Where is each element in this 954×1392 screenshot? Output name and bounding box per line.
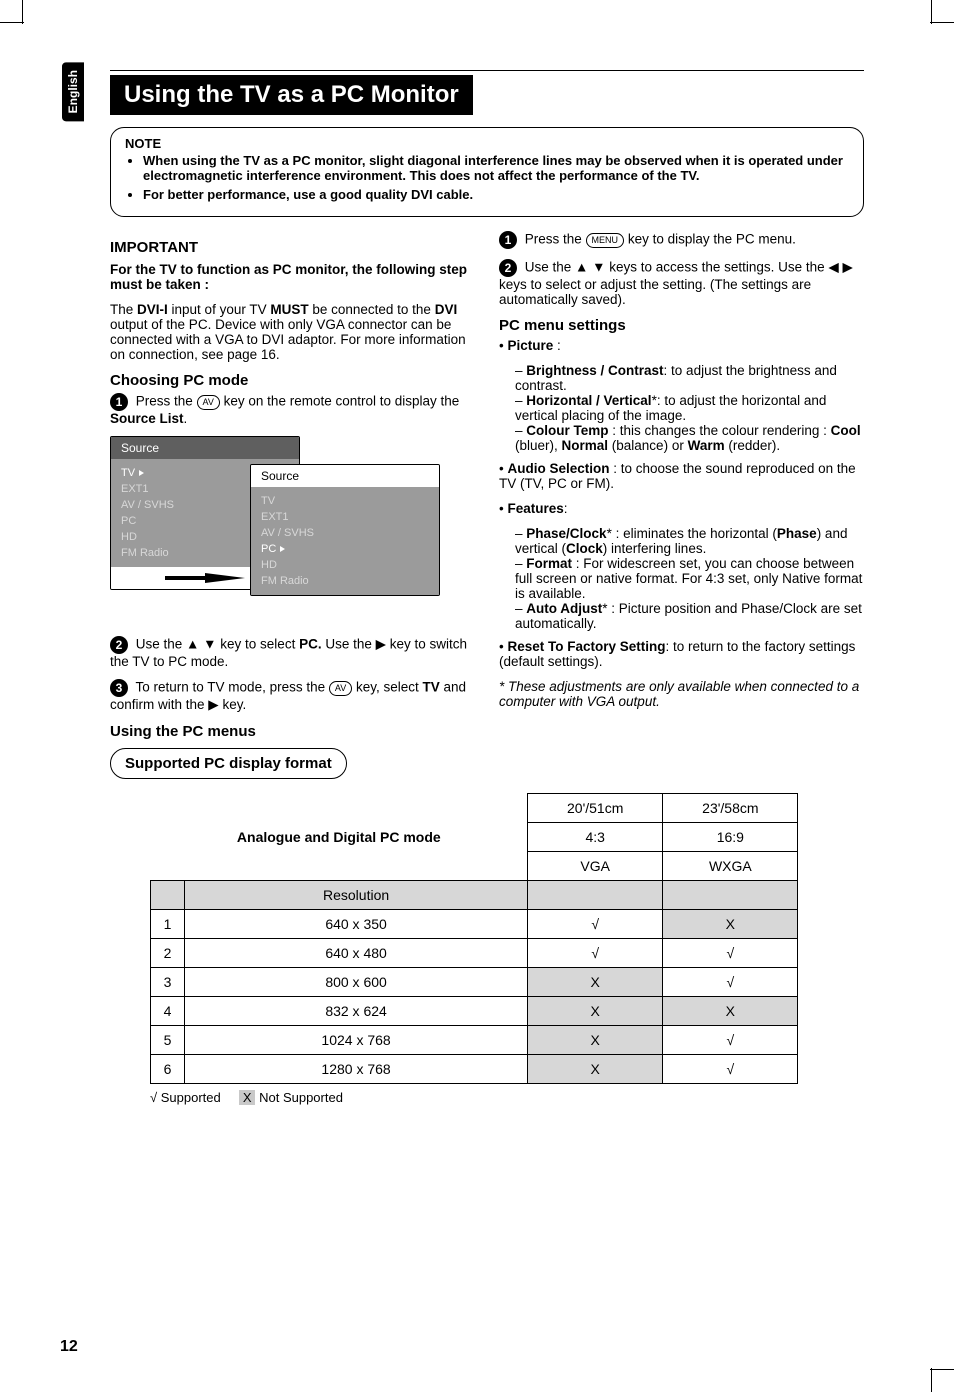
right-column: 1 Press the MENU key to display the PC m… <box>499 231 864 779</box>
table-row-res: 1280 x 768 <box>185 1055 528 1084</box>
dvi-paragraph: The DVI-I input of your TV MUST be conne… <box>110 302 475 362</box>
table-row-c1: X <box>528 968 663 997</box>
step-1: 1 Press the AV key on the remote control… <box>110 393 475 426</box>
table-row-c1: √ <box>528 939 663 968</box>
table-col-screen: 20'/51cm <box>528 794 663 823</box>
table-row-num: 1 <box>151 910 185 939</box>
pc-menu-settings-heading: PC menu settings <box>499 317 864 334</box>
right-arrow-icon: ▶ <box>208 697 218 712</box>
important-body: For the TV to function as PC monitor, th… <box>110 262 467 292</box>
up-down-icon: ▲ ▼ <box>186 637 216 652</box>
supported-format-heading: Supported PC display format <box>110 748 347 779</box>
table-row-c1: X <box>528 997 663 1026</box>
legend-notsupported-text: Not Supported <box>255 1090 342 1105</box>
step-3: 3 To return to TV mode, press the AV key… <box>110 679 475 713</box>
note-item-1: When using the TV as a PC monitor, sligh… <box>143 153 849 183</box>
right-arrow-icon: ▶ <box>376 637 386 652</box>
note-label: NOTE <box>125 136 161 151</box>
table-row-c2: √ <box>663 1055 798 1084</box>
av-key-icon: AV <box>197 395 220 410</box>
step-badge-2: 2 <box>110 636 128 654</box>
table-row-num: 4 <box>151 997 185 1026</box>
features-item: Phase/Clock* : eliminates the horizontal… <box>515 526 864 556</box>
picture-item: Colour Temp : this changes the colour re… <box>515 423 864 453</box>
features-bullet: • Features: <box>499 501 864 516</box>
note-box: NOTE When using the TV as a PC monitor, … <box>110 127 864 217</box>
table-row-num: 3 <box>151 968 185 997</box>
chevron-right-icon <box>280 546 285 552</box>
table-col-aspect: 16:9 <box>663 823 798 852</box>
step-badge-1: 1 <box>110 393 128 411</box>
source-front-row: PC <box>261 543 276 555</box>
source-box-front: Source TV EXT1 AV / SVHS PC HD FM Radio <box>250 464 440 596</box>
table-row-res: 1024 x 768 <box>185 1026 528 1055</box>
source-front-row: TV <box>261 493 429 509</box>
right-step-2: 2 Use the ▲ ▼ keys to access the setting… <box>499 259 864 307</box>
table-row-c1: X <box>528 1026 663 1055</box>
step-badge-1: 1 <box>499 231 517 249</box>
step-badge-3: 3 <box>110 679 128 697</box>
source-front-row: EXT1 <box>261 509 429 525</box>
legend-supported-text: Supported <box>157 1090 221 1105</box>
legend-notsupported-symbol: X <box>239 1090 256 1105</box>
language-tab: English <box>62 62 84 121</box>
footnote: * These adjustments are only available w… <box>499 679 864 709</box>
source-front-row: AV / SVHS <box>261 525 429 541</box>
choosing-pc-mode-heading: Choosing PC mode <box>110 372 475 389</box>
table-row-c2: √ <box>663 1026 798 1055</box>
legend: √ Supported X Not Supported <box>150 1090 864 1105</box>
table-resolution-label: Resolution <box>185 881 528 910</box>
left-column: IMPORTANT For the TV to function as PC m… <box>110 231 475 779</box>
step-badge-2: 2 <box>499 259 517 277</box>
source-list-graphic: Source TV EXT1 AV / SVHS PC HD FM Radio <box>110 436 475 626</box>
table-row-res: 800 x 600 <box>185 968 528 997</box>
features-list: Phase/Clock* : eliminates the horizontal… <box>499 526 864 631</box>
picture-item: Brightness / Contrast: to adjust the bri… <box>515 363 864 393</box>
table-row-num: 2 <box>151 939 185 968</box>
using-pc-menus-heading: Using the PC menus <box>110 723 475 740</box>
left-right-icon: ◀ ▶ <box>828 260 853 275</box>
table-row-num: 6 <box>151 1055 185 1084</box>
picture-bullet: • Picture : <box>499 338 864 353</box>
table-row-c1: X <box>528 1055 663 1084</box>
table-header-title: Analogue and Digital PC mode <box>151 794 528 881</box>
menu-key-icon: MENU <box>586 233 625 248</box>
table-row-c2: √ <box>663 939 798 968</box>
support-table: Analogue and Digital PC mode 20'/51cm 23… <box>150 793 798 1084</box>
header-rule <box>110 70 864 71</box>
important-heading: IMPORTANT <box>110 239 475 256</box>
table-col-aspect: 4:3 <box>528 823 663 852</box>
reset-bullet: • Reset To Factory Setting: to return to… <box>499 639 864 669</box>
table-row-c2: X <box>663 910 798 939</box>
source-front-row: FM Radio <box>261 573 429 589</box>
table-row-res: 832 x 624 <box>185 997 528 1026</box>
table-row-num: 5 <box>151 1026 185 1055</box>
page-title: Using the TV as a PC Monitor <box>110 75 473 115</box>
table-row-res: 640 x 480 <box>185 939 528 968</box>
av-key-icon: AV <box>329 681 352 696</box>
picture-item: Horizontal / Vertical*: to adjust the ho… <box>515 393 864 423</box>
features-item: Format : For widescreen set, you can cho… <box>515 556 864 601</box>
chevron-right-icon <box>139 470 144 476</box>
table-col-restype: WXGA <box>663 852 798 881</box>
up-down-icon: ▲ ▼ <box>575 260 605 275</box>
table-col-screen: 23'/58cm <box>663 794 798 823</box>
features-item: Auto Adjust* : Picture position and Phas… <box>515 601 864 631</box>
page-number: 12 <box>60 1338 78 1356</box>
audio-bullet: • Audio Selection : to choose the sound … <box>499 461 864 491</box>
table-row-c2: X <box>663 997 798 1026</box>
source-front-row: HD <box>261 557 429 573</box>
table-row-res: 640 x 350 <box>185 910 528 939</box>
step-2: 2 Use the ▲ ▼ key to select PC. Use the … <box>110 636 475 669</box>
note-item-2: For better performance, use a good quali… <box>143 187 849 202</box>
table-row-c1: √ <box>528 910 663 939</box>
source-back-row: TV <box>121 467 135 479</box>
table-row-c2: √ <box>663 968 798 997</box>
source-front-title: Source <box>251 465 439 487</box>
picture-list: Brightness / Contrast: to adjust the bri… <box>499 363 864 453</box>
table-col-restype: VGA <box>528 852 663 881</box>
right-step-1: 1 Press the MENU key to display the PC m… <box>499 231 864 249</box>
source-back-title: Source <box>111 437 299 459</box>
arrow-right-icon <box>165 573 245 583</box>
